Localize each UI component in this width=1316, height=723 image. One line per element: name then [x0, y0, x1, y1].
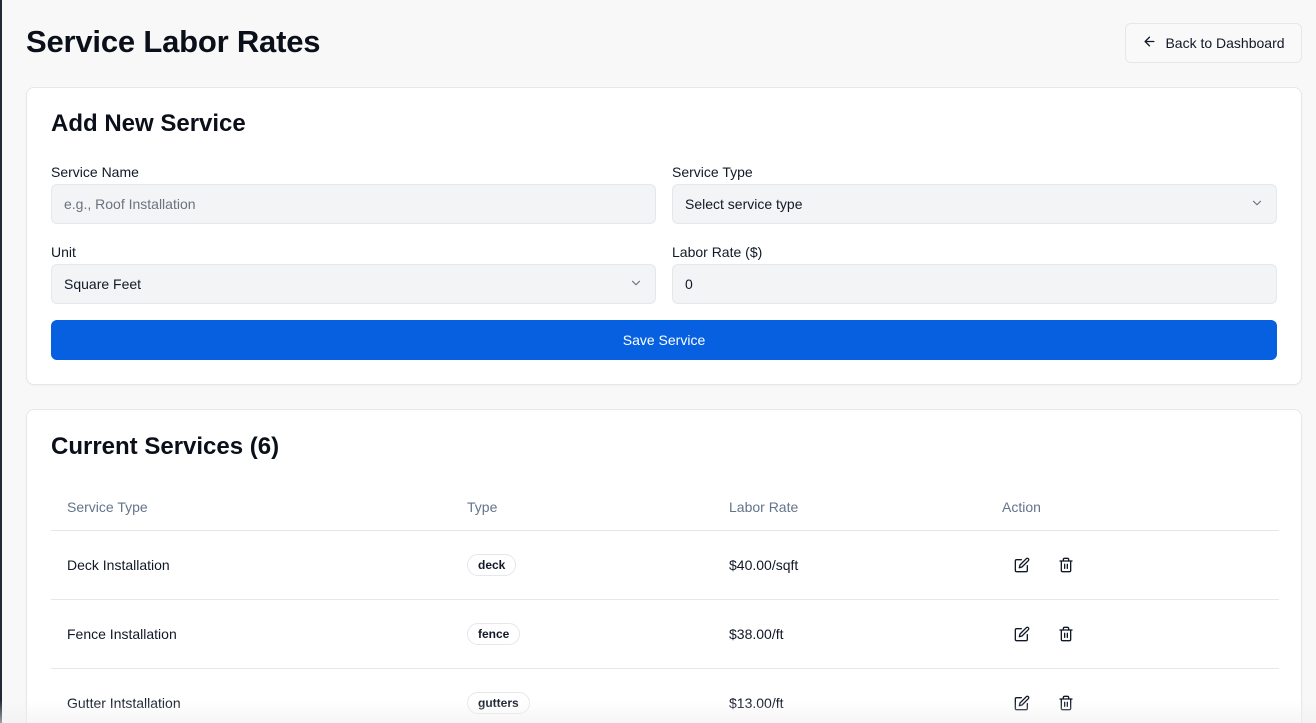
trash-icon[interactable]: [1056, 693, 1076, 713]
back-to-dashboard-button[interactable]: Back to Dashboard: [1125, 23, 1302, 63]
type-badge: deck: [467, 554, 517, 576]
current-services-card: Current Services (6) Service Type Type L…: [26, 409, 1302, 723]
table-row: Deck Installation deck $40.00/sqft: [51, 531, 1279, 600]
labor-rate-label: Labor Rate ($): [672, 244, 763, 260]
service-type-select[interactable]: Select service type: [672, 184, 1277, 224]
service-type-label: Service Type: [672, 164, 753, 180]
chevron-down-icon: [629, 276, 643, 293]
edit-icon[interactable]: [1012, 624, 1032, 644]
save-service-button[interactable]: Save Service: [51, 320, 1277, 360]
current-services-title: Current Services (6): [51, 433, 280, 460]
unit-label: Unit: [51, 244, 76, 260]
unit-value: Square Feet: [64, 276, 142, 292]
column-header-type: Type: [467, 499, 498, 515]
row-service-name: Fence Installation: [67, 626, 177, 642]
column-header-service-type: Service Type: [67, 499, 148, 515]
edit-icon[interactable]: [1012, 555, 1032, 575]
row-service-name: Deck Installation: [67, 557, 170, 573]
page-title: Service Labor Rates: [26, 24, 321, 59]
edit-icon[interactable]: [1012, 693, 1032, 713]
add-service-title: Add New Service: [51, 110, 246, 137]
row-labor-rate: $38.00/ft: [729, 626, 784, 642]
trash-icon[interactable]: [1056, 555, 1076, 575]
table-row: Fence Installation fence $38.00/ft: [51, 600, 1279, 669]
row-labor-rate: $40.00/sqft: [729, 557, 799, 573]
column-header-labor-rate: Labor Rate: [729, 499, 799, 515]
table-row: Gutter Intstallation gutters $13.00/ft: [51, 669, 1279, 723]
row-labor-rate: $13.00/ft: [729, 695, 784, 711]
service-type-value: Select service type: [685, 196, 803, 212]
arrow-left-icon: [1142, 34, 1157, 52]
unit-select[interactable]: Square Feet: [51, 264, 656, 304]
add-service-card: Add New Service Service Name Service Typ…: [26, 87, 1302, 385]
chevron-down-icon: [1250, 196, 1264, 213]
trash-icon[interactable]: [1056, 624, 1076, 644]
service-name-input[interactable]: [51, 184, 656, 224]
labor-rate-input[interactable]: [672, 264, 1277, 304]
back-to-dashboard-label: Back to Dashboard: [1165, 35, 1285, 51]
row-service-name: Gutter Intstallation: [67, 695, 181, 711]
type-badge: gutters: [467, 692, 530, 714]
column-header-action: Action: [1002, 499, 1041, 515]
service-name-label: Service Name: [51, 164, 139, 180]
window-edge: [0, 0, 2, 723]
type-badge: fence: [467, 623, 521, 645]
